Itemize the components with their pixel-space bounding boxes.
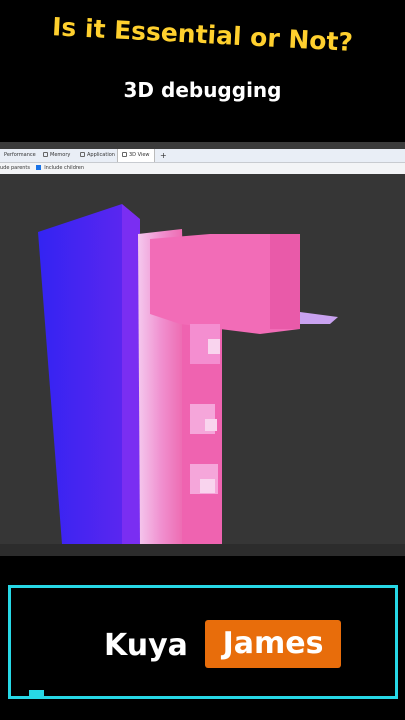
tab-3d-view[interactable]: 3D View [117,149,155,162]
memory-tab-label: Memory [50,152,71,158]
banner-accent [29,690,44,696]
creator-last-name-badge: James [205,620,341,668]
3d-view-canvas[interactable] [0,174,405,544]
3d-view-tab-label: 3D View [129,152,150,158]
devtools-window: Performance Memory Application 3D View +… [0,142,405,556]
protruding-layer-shade [270,234,300,329]
layer-stack-render [38,204,338,544]
blue-layer-edge [122,204,140,544]
layer-step [205,419,217,431]
memory-icon [43,152,48,157]
layer-step [190,494,220,544]
3d-view-toolbar: ude parents Include children [0,163,405,174]
application-icon [80,152,85,157]
include-parents-label[interactable]: ude parents [0,165,30,171]
layer-step [208,339,220,354]
creator-first-name: Kuya [104,628,188,663]
video-title: Is it Essential or Not? [51,12,354,57]
devtools-tab-bar: Performance Memory Application 3D View + [0,149,405,163]
layer-tip-lavender [300,312,338,324]
tab-memory[interactable]: Memory [39,149,74,162]
application-tab-label: Application [87,152,115,158]
tab-performance[interactable]: Performance [0,149,40,162]
video-subtitle: 3D debugging [123,78,282,102]
performance-tab-label: Performance [4,152,36,158]
new-tab-button[interactable]: + [156,149,171,162]
include-children-label[interactable]: Include children [44,165,84,171]
3d-view-icon [122,152,127,157]
blue-layer-face [38,204,122,544]
layer-step [200,479,215,493]
include-children-checkbox[interactable] [35,165,41,170]
devtools-status-bar [0,544,405,556]
tab-application[interactable]: Application [76,149,119,162]
